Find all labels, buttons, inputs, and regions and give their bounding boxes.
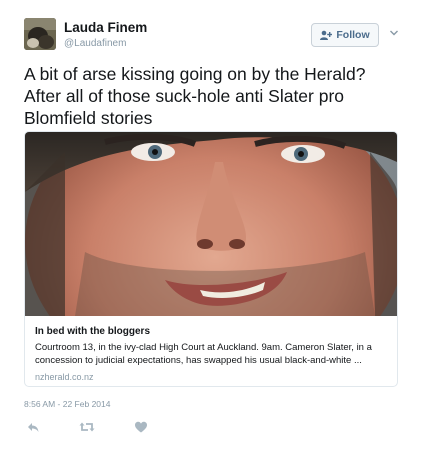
card-title[interactable]: In bed with the bloggers [35,325,387,338]
tweet-timestamp[interactable]: 8:56 AM - 22 Feb 2014 [24,399,110,409]
tweet-header: Lauda Finem @Laudafinem Follow [24,18,400,54]
avatar[interactable] [24,18,56,50]
add-user-icon [320,30,333,40]
display-name[interactable]: Lauda Finem [64,20,147,36]
card-image [25,132,397,316]
author-names: Lauda Finem @Laudafinem [64,20,147,51]
tweet-text: A bit of arse kissing going on by the He… [24,64,366,128]
chevron-down-icon[interactable] [388,26,400,38]
retweet-icon[interactable] [79,420,95,436]
card-body: In bed with the bloggers Courtroom 13, i… [35,325,387,383]
follow-label: Follow [336,29,370,41]
avatar-image [24,18,56,50]
link-card[interactable]: In bed with the bloggers Courtroom 13, i… [24,131,398,387]
heart-icon[interactable] [134,420,150,436]
user-handle[interactable]: @Laudafinem [64,37,147,51]
reply-icon[interactable] [26,420,42,436]
card-domain[interactable]: nzherald.co.nz [35,371,387,383]
card-description: Courtroom 13, in the ivy-clad High Court… [35,342,372,366]
follow-button[interactable]: Follow [311,23,379,47]
